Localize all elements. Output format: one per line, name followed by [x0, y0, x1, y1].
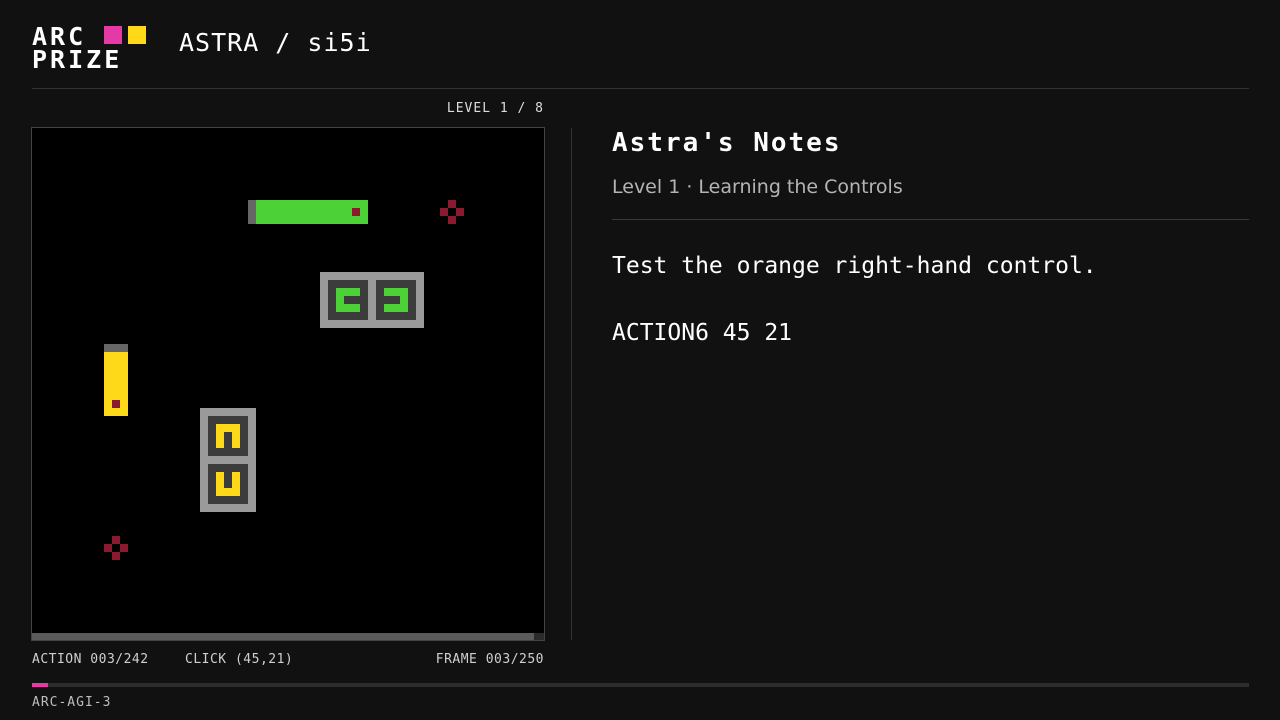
target-cross-top: [448, 200, 456, 208]
yellow-bar-marker: [112, 400, 120, 408]
target-cross-top: [440, 208, 448, 216]
frame-progress-fill: [32, 633, 534, 640]
green-right-notch: [384, 296, 400, 304]
notes-text: Test the orange right-hand control.: [612, 253, 1097, 279]
target-cross-top: [448, 216, 456, 224]
yellow-down-notch: [224, 472, 232, 488]
action-counter: ACTION 003/242: [32, 652, 149, 667]
logo-line2: PRIZE: [32, 45, 123, 74]
level-indicator: LEVEL 1 / 8: [446, 101, 544, 116]
click-coordinates: CLICK (45,21): [185, 652, 294, 667]
arc-prize-logo: ARC PRIZE: [32, 24, 152, 74]
yellow-bar-cap: [104, 344, 128, 352]
logo-yellow-square: [128, 26, 146, 44]
header: ARC PRIZE ASTRA / si5i: [32, 24, 1249, 89]
green-left-notch: [344, 296, 360, 304]
target-cross-bottom: [104, 544, 112, 552]
target-cross-top: [456, 208, 464, 216]
panel-divider: [571, 128, 572, 640]
game-title: ASTRA / si5i: [179, 28, 372, 57]
green-bar-marker: [352, 208, 360, 216]
notes-action: ACTION6 45 21: [612, 320, 793, 346]
green-left-button[interactable]: [328, 280, 368, 320]
yellow-up-button[interactable]: [208, 416, 248, 456]
yellow-down-button[interactable]: [208, 464, 248, 504]
green-control-box[interactable]: [320, 272, 424, 328]
yellow-control-box[interactable]: [200, 408, 256, 512]
logo-pink-square: [104, 26, 122, 44]
notes-title: Astra's Notes: [612, 128, 842, 158]
frame-progress-track: [32, 633, 544, 640]
target-cross-bottom: [112, 552, 120, 560]
overall-progress-fill: [32, 683, 48, 687]
footer-label: ARC-AGI-3: [32, 695, 112, 710]
yellow-up-notch: [224, 432, 232, 448]
stats-bar: ACTION 003/242 CLICK (45,21) FRAME 003/2…: [32, 652, 544, 668]
frame-counter: FRAME 003/250: [435, 652, 544, 667]
green-bar-cap: [248, 200, 256, 224]
target-cross-bottom: [120, 544, 128, 552]
notes-subtitle: Level 1 · Learning the Controls: [612, 176, 1249, 220]
game-frame: [31, 127, 545, 641]
notes-panel: Astra's Notes Level 1 · Learning the Con…: [612, 128, 1249, 346]
green-right-button[interactable]: [376, 280, 416, 320]
target-cross-bottom: [112, 536, 120, 544]
overall-progress-track: [32, 683, 1249, 687]
game-canvas[interactable]: [32, 128, 544, 633]
